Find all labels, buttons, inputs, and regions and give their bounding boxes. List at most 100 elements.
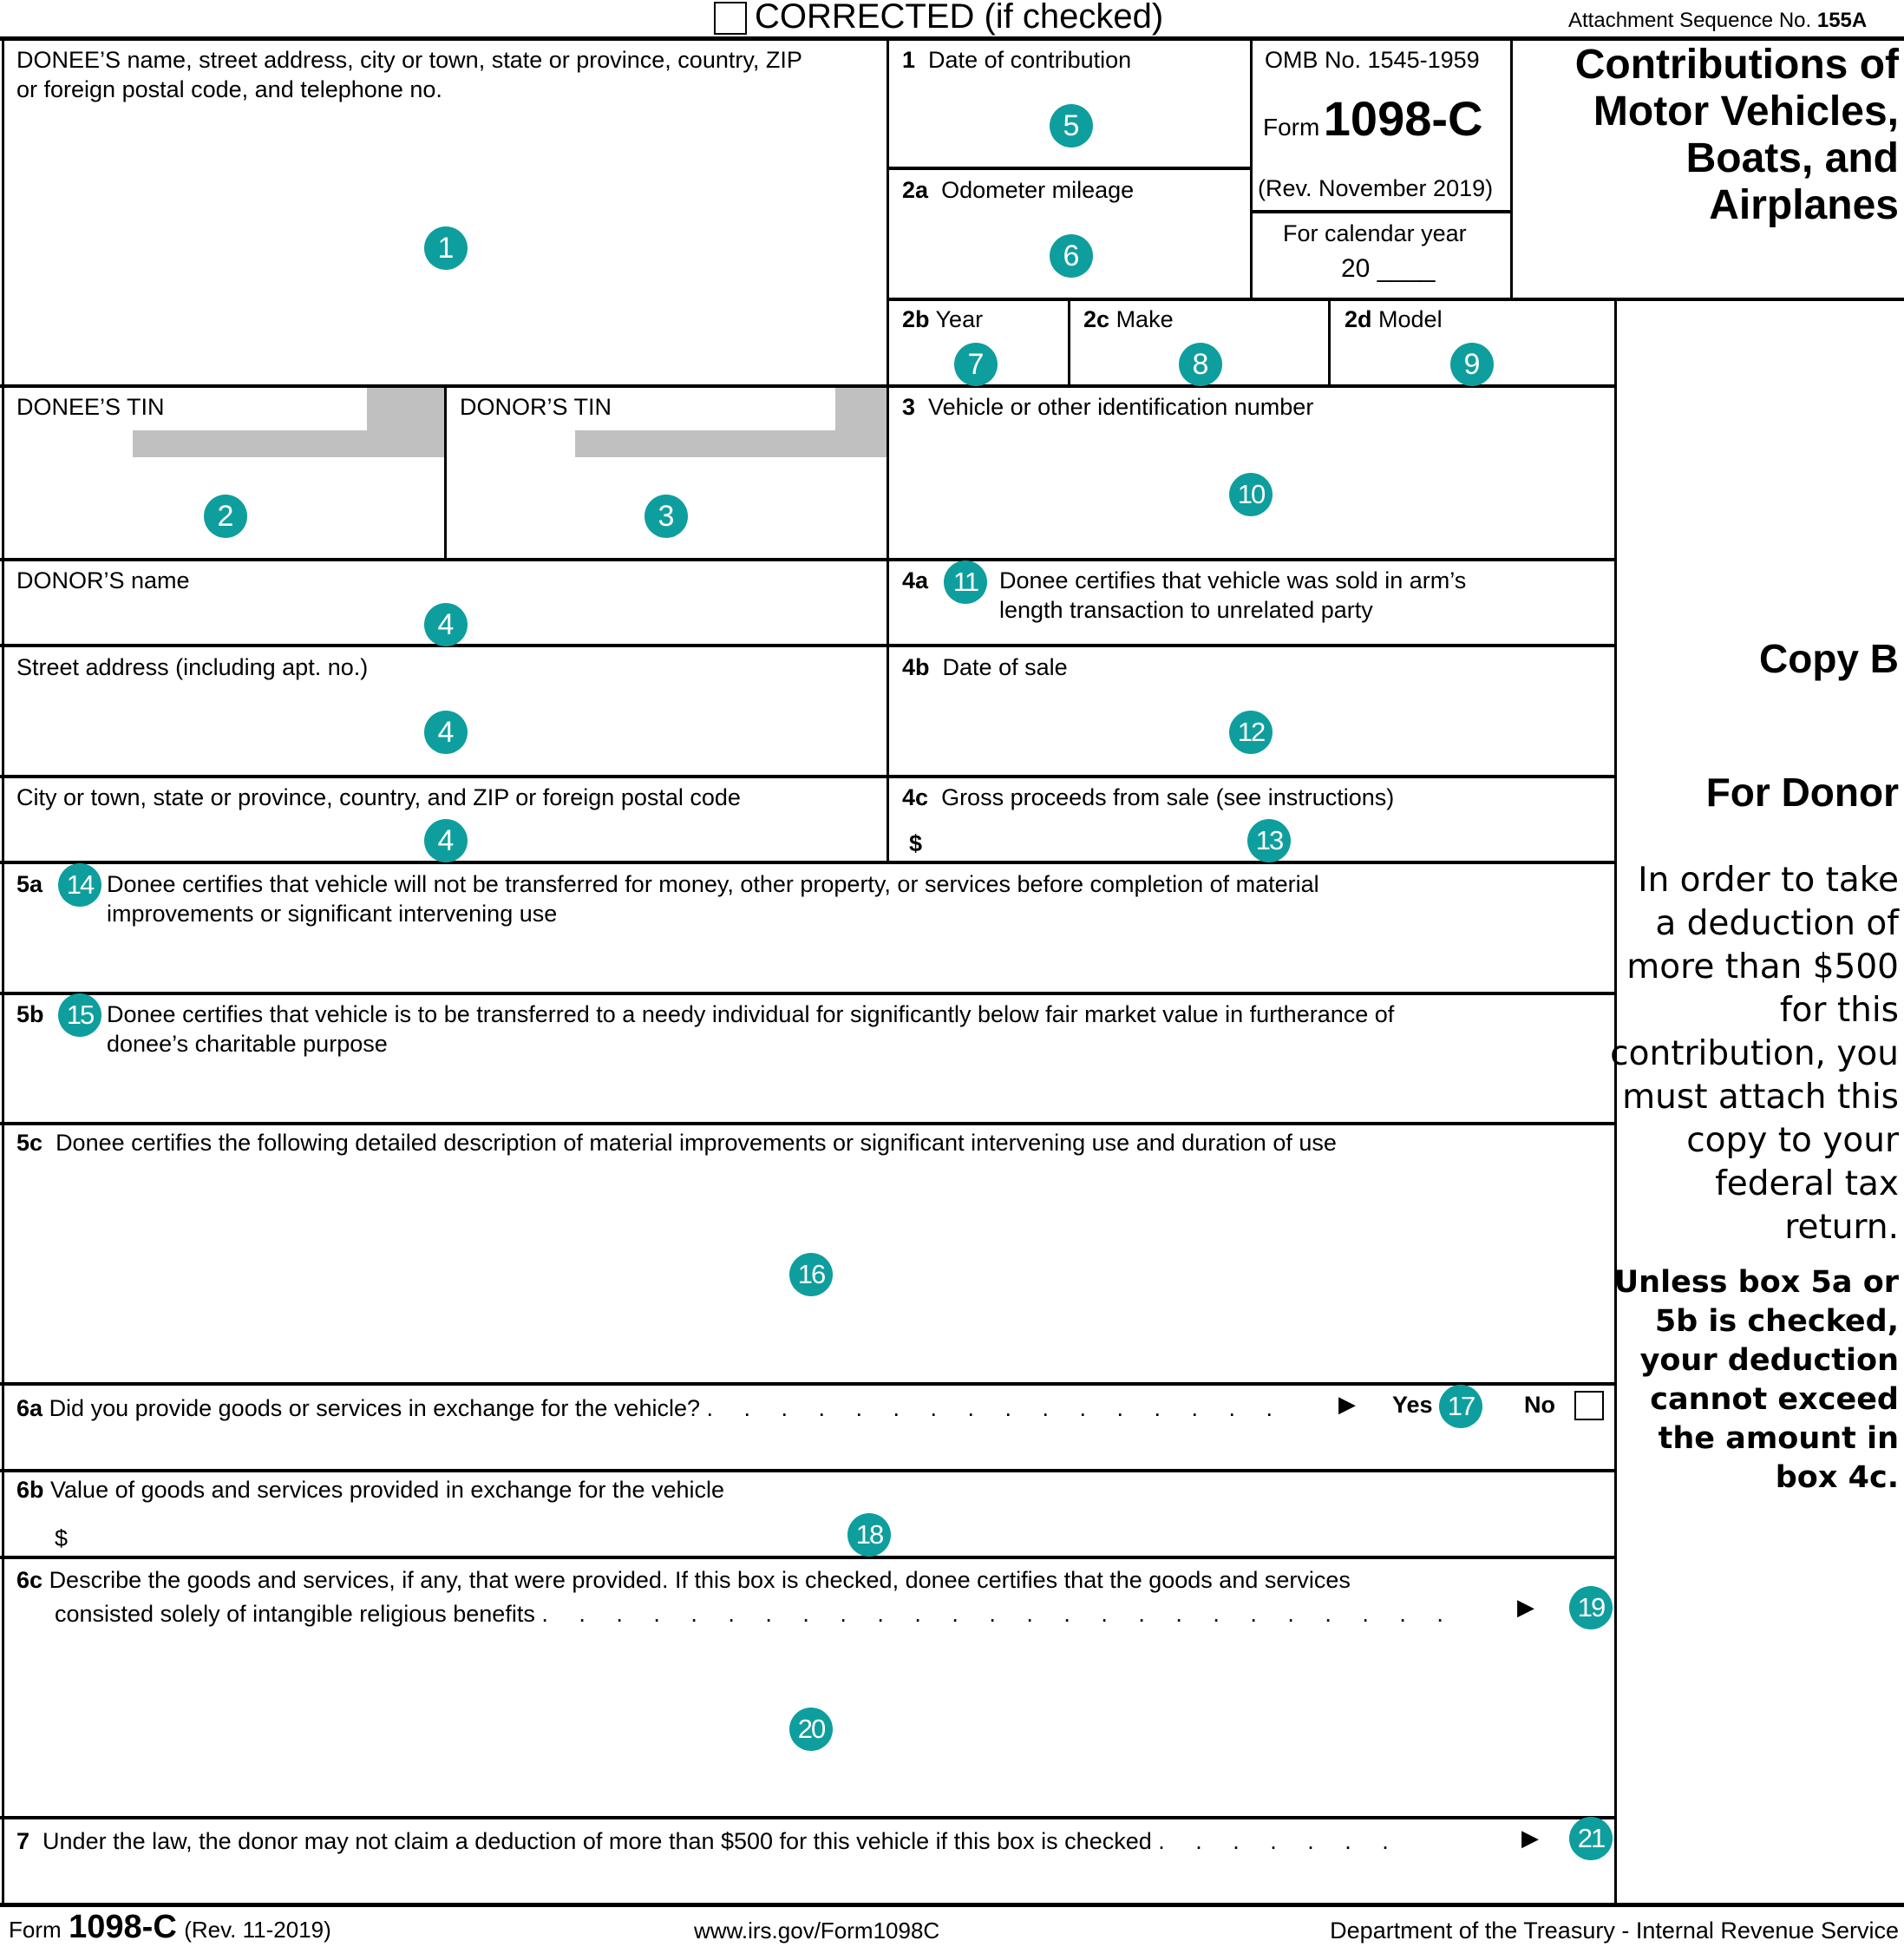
street-label: Street address (including apt. no.) — [16, 654, 369, 680]
box5a-num: 5a — [16, 871, 43, 897]
field-badge-9[interactable]: 9 — [1450, 343, 1494, 386]
field-badge-15[interactable]: 15 — [58, 993, 101, 1037]
box7-label: 7 Under the law, the donor may not claim… — [16, 1826, 1401, 1856]
field-badge-5[interactable]: 5 — [1050, 104, 1093, 148]
field-badge-10[interactable]: 10 — [1229, 473, 1273, 516]
attachment-sequence: Attachment Sequence No. 155A — [1568, 9, 1867, 33]
box5a-line1: Donee certifies that vehicle will not be… — [107, 871, 1319, 897]
field-badge-20[interactable]: 20 — [789, 1708, 833, 1751]
form-word: Form — [1263, 114, 1320, 141]
field-badge-11[interactable]: 11 — [944, 560, 987, 604]
calendar-year-blank[interactable]: ____ — [1377, 254, 1436, 283]
donee-tin-label: DONEE’S TIN — [16, 394, 165, 420]
field-badge-13[interactable]: 13 — [1247, 819, 1291, 862]
corrected-checkbox[interactable] — [714, 2, 747, 35]
rule-6c-top — [0, 1556, 1617, 1559]
rule-donor-name-top — [0, 558, 1617, 561]
box2c-label: 2c Make — [1083, 305, 1174, 334]
rule-1-2a — [887, 167, 1251, 170]
warn-line: box 4c. — [1775, 1460, 1899, 1495]
field-badge-7[interactable]: 7 — [954, 343, 998, 386]
box2c-number: 2c — [1083, 306, 1110, 332]
rule-5a-top — [0, 861, 1617, 864]
box4a-num: 4a — [902, 567, 929, 593]
field-badge-8[interactable]: 8 — [1179, 343, 1222, 386]
field-badge-4-city[interactable]: 4 — [424, 819, 468, 862]
field-badge-14[interactable]: 14 — [58, 863, 101, 907]
field-badge-18[interactable]: 18 — [847, 1513, 891, 1557]
field-badge-12[interactable]: 12 — [1229, 711, 1273, 754]
leader-dots: . . . . . . . . . . . . . . . . . . . . … — [541, 1601, 1456, 1627]
instr-line: return. — [1784, 1208, 1899, 1247]
field-badge-6[interactable]: 6 — [1050, 234, 1093, 278]
title-line-4: Airplanes — [1709, 182, 1899, 228]
copy-b-heading: Copy B — [1759, 636, 1899, 681]
box6c-line1: Describe the goods and services, if any,… — [49, 1567, 1351, 1593]
box2b-text: Year — [935, 306, 984, 332]
footer-agency: Department of the Treasury - Internal Re… — [1330, 1918, 1899, 1944]
box4a-number: 4a — [902, 566, 928, 595]
rule-left — [2, 38, 4, 1905]
rule-2b-top — [887, 298, 1904, 301]
box2d-label: 2d Model — [1345, 305, 1443, 334]
field-badge-19[interactable]: 19 — [1569, 1586, 1613, 1629]
field-badge-3[interactable]: 3 — [644, 495, 688, 538]
box6b-number: 6b — [16, 1477, 44, 1503]
box3-number: 3 — [902, 394, 916, 420]
box4c-label: 4c Gross proceeds from sale (see instruc… — [902, 783, 1394, 812]
box5b-number: 5b — [16, 1000, 44, 1029]
rule-2c-2d — [1328, 298, 1331, 386]
calendar-year-label: For calendar year — [1283, 220, 1467, 246]
warn-line: Unless box 5a or — [1613, 1265, 1899, 1300]
rule-bottom — [0, 1903, 1904, 1907]
field-badge-17[interactable]: 17 — [1439, 1385, 1482, 1428]
field-badge-1[interactable]: 1 — [424, 226, 468, 270]
donee-tin-shade-h — [133, 430, 444, 457]
instr-line: more than $500 — [1626, 947, 1899, 987]
rule-6a-top — [0, 1382, 1617, 1386]
field-badge-21[interactable]: 21 — [1569, 1817, 1613, 1860]
box3-label: 3 Vehicle or other identification number — [902, 392, 1313, 422]
field-badge-2[interactable]: 2 — [204, 495, 247, 538]
box4a-line1: Donee certifies that vehicle was sold in… — [999, 567, 1467, 593]
rule-7-top — [0, 1816, 1617, 1819]
box1-text: Date of contribution — [928, 47, 1132, 73]
warn-line: cannot exceed — [1650, 1382, 1899, 1417]
box2a-number: 2a — [902, 177, 929, 203]
yes-text: Yes — [1392, 1392, 1433, 1418]
rule-city-top — [0, 775, 1617, 778]
attachment-number: 155A — [1816, 9, 1868, 32]
box6c-number: 6c — [16, 1567, 43, 1593]
field-badge-16[interactable]: 16 — [789, 1253, 833, 1296]
arrow-right-icon: ▶ — [1517, 1594, 1534, 1620]
box6a-no-label: No — [1524, 1390, 1555, 1419]
box2c-text: Make — [1116, 306, 1174, 332]
footer-url[interactable]: www.irs.gov/Form1098C — [694, 1918, 939, 1944]
box1-label: 1 Date of contribution — [902, 45, 1131, 75]
box2a-text: Odometer mileage — [941, 177, 1135, 203]
box6a-no-checkbox[interactable] — [1574, 1391, 1604, 1420]
box2b-label: 2b Year — [902, 305, 983, 334]
omb-number: OMB No. 1545-1959 — [1265, 47, 1480, 73]
warn-line: the amount in — [1658, 1421, 1899, 1456]
leader-dots: . . . . . . . . . . . . . . . . — [706, 1395, 1286, 1421]
box4c-text: Gross proceeds from sale (see instructio… — [941, 784, 1395, 810]
box3-text: Vehicle or other identification number — [928, 394, 1314, 420]
box4a-text: Donee certifies that vehicle was sold in… — [999, 566, 1466, 625]
instr-line: copy to your — [1686, 1121, 1899, 1160]
arrow-right-icon: ▶ — [1521, 1825, 1539, 1851]
leader-dots: . . . . . . . — [1158, 1828, 1401, 1854]
calendar-year-field[interactable]: 20 ____ — [1341, 254, 1435, 284]
box6a-label: 6a Did you provide goods or services in … — [16, 1393, 1285, 1423]
instr-line: for this — [1779, 991, 1899, 1030]
field-badge-4-street[interactable]: 4 — [424, 711, 468, 754]
footer-form-word: Form — [9, 1917, 62, 1943]
box6a-number: 6a — [16, 1395, 43, 1421]
box7-text: Under the law, the donor may not claim a… — [43, 1828, 1152, 1854]
warn-line: your deduction — [1639, 1343, 1899, 1378]
instr-line: a deduction of — [1655, 904, 1899, 943]
box6c-text: 6c Describe the goods and services, if a… — [16, 1564, 1456, 1631]
rule-omb-right — [1510, 38, 1513, 300]
rule-5c-top — [0, 1122, 1617, 1125]
field-badge-4-name[interactable]: 4 — [424, 603, 468, 646]
